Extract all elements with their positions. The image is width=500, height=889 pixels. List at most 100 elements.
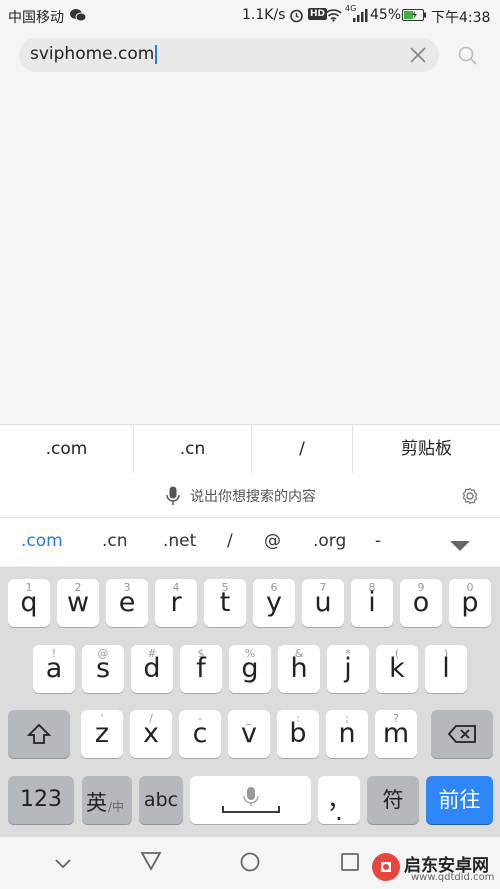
quick-slash-button[interactable]: /	[252, 425, 352, 473]
suggestion-com[interactable]: .com	[21, 531, 63, 551]
suggestion-strip: .com .cn .net / @ .org -	[0, 518, 500, 566]
clipboard-button[interactable]: 剪贴板	[353, 425, 500, 473]
url-text: sviphome.com	[30, 44, 155, 64]
key-w[interactable]: 2w	[57, 579, 99, 627]
key-label: y	[266, 587, 282, 618]
symbols-key[interactable]: 符	[367, 776, 419, 824]
key-s[interactable]: @ s	[82, 645, 124, 693]
battery-icon	[402, 9, 426, 25]
key-b[interactable]: :b	[277, 710, 319, 758]
key-label: u	[314, 587, 332, 618]
suggestion-net[interactable]: .net	[163, 531, 196, 551]
suggestion-org[interactable]: .org	[313, 531, 346, 551]
key-o[interactable]: 9o	[400, 579, 442, 627]
key-label: s	[95, 653, 111, 684]
key-label: i	[368, 587, 376, 618]
suggestion-cn[interactable]: .cn	[102, 531, 128, 551]
key-y[interactable]: 6y	[253, 579, 295, 627]
key-label: g	[241, 653, 259, 684]
chevron-down-icon[interactable]	[449, 537, 471, 556]
battery-percent: 45%	[370, 7, 402, 23]
punctuation-key[interactable]: ， .	[318, 776, 360, 826]
key-label: r	[170, 587, 182, 618]
home-icon[interactable]	[240, 852, 260, 876]
key-l[interactable]: ) l	[425, 645, 467, 693]
key-x[interactable]: / x	[130, 710, 172, 758]
key-label: t	[219, 587, 231, 618]
key-i[interactable]: 8i	[351, 579, 393, 627]
page-content-area	[0, 80, 500, 424]
text-caret	[155, 44, 158, 64]
abc-key[interactable]: abc	[139, 776, 183, 824]
url-input-value[interactable]: sviphome.com	[30, 44, 158, 64]
lang-sub-label: /中	[108, 800, 125, 814]
key-e[interactable]: 3e	[106, 579, 148, 627]
space-key[interactable]	[190, 776, 311, 824]
wifi-icon	[325, 8, 342, 26]
key-c[interactable]: -c	[179, 710, 221, 758]
voice-prompt: 说出你想搜索的内容	[190, 489, 316, 505]
key-label: d	[143, 653, 161, 684]
address-bar: sviphome.com	[0, 32, 500, 80]
key-g[interactable]: % g	[229, 645, 271, 693]
key-v[interactable]: _ v	[228, 710, 270, 758]
key-j[interactable]: * j	[327, 645, 369, 693]
key-label: b	[289, 718, 307, 749]
back-icon[interactable]	[140, 851, 162, 875]
language-switch-key[interactable]: 英 /中	[82, 776, 132, 824]
key-u[interactable]: 7u	[302, 579, 344, 627]
hide-keyboard-icon[interactable]	[54, 855, 72, 874]
quick-com-button[interactable]: .com	[0, 425, 133, 473]
key-z[interactable]: ' z	[81, 710, 123, 758]
key-f[interactable]: $ f	[180, 645, 222, 693]
key-r[interactable]: 4r	[155, 579, 197, 627]
search-icon[interactable]	[457, 45, 479, 67]
key-n[interactable]: ; n	[326, 710, 368, 758]
key-h[interactable]: & h	[278, 645, 320, 693]
numbers-key[interactable]: 123	[8, 776, 74, 824]
voice-search-bar[interactable]: 说出你想搜索的内容	[0, 473, 500, 518]
settings-icon[interactable]	[461, 487, 479, 509]
go-key[interactable]: 前往	[426, 776, 493, 824]
watermark-url: www.qdtdid.com	[411, 872, 495, 883]
shift-key[interactable]	[8, 710, 70, 758]
suggestion-slash[interactable]: /	[227, 531, 233, 551]
key-label: a	[45, 653, 63, 684]
key-label: w	[66, 587, 90, 618]
watermark-logo-icon	[371, 852, 401, 886]
carrier-name: 中国移动	[8, 10, 64, 26]
quick-input-bar: .com .cn / 剪贴板	[0, 424, 500, 474]
lang-main-label: 英	[86, 791, 107, 815]
key-k[interactable]: (k	[376, 645, 418, 693]
suggestion-dash[interactable]: -	[375, 531, 381, 551]
url-input[interactable]: sviphome.com	[19, 38, 439, 72]
wechat-icon	[70, 8, 87, 26]
key-label: f	[196, 653, 206, 684]
key-label: p	[461, 587, 479, 618]
recents-icon[interactable]	[341, 853, 359, 875]
alarm-icon	[289, 8, 304, 27]
key-p[interactable]: 0p	[449, 579, 491, 627]
microphone-icon[interactable]	[166, 486, 180, 510]
key-label: v	[241, 718, 257, 749]
key-q[interactable]: 1q	[8, 579, 50, 627]
suggestion-at[interactable]: @	[264, 531, 281, 551]
key-label: k	[389, 653, 405, 684]
key-label: m	[382, 718, 410, 749]
key-d[interactable]: # d	[131, 645, 173, 693]
clear-icon[interactable]	[408, 45, 428, 65]
key-label: n	[338, 718, 356, 749]
key-a[interactable]: ! a	[33, 645, 75, 693]
quick-cn-button[interactable]: .cn	[134, 425, 251, 473]
key-label: j	[344, 653, 352, 684]
key-t[interactable]: 5t	[204, 579, 246, 627]
clock: 下午4:38	[431, 10, 491, 26]
backspace-key[interactable]	[431, 710, 493, 758]
key-label: z	[94, 718, 110, 749]
status-bar: 中国移动 1.1K/s HD 4G 45% 下午4:38	[0, 0, 500, 32]
key-label: l	[442, 653, 450, 684]
key-label: c	[192, 718, 208, 749]
key-label: e	[118, 587, 136, 618]
period-label: .	[335, 798, 343, 826]
key-m[interactable]: ? m	[375, 710, 417, 758]
